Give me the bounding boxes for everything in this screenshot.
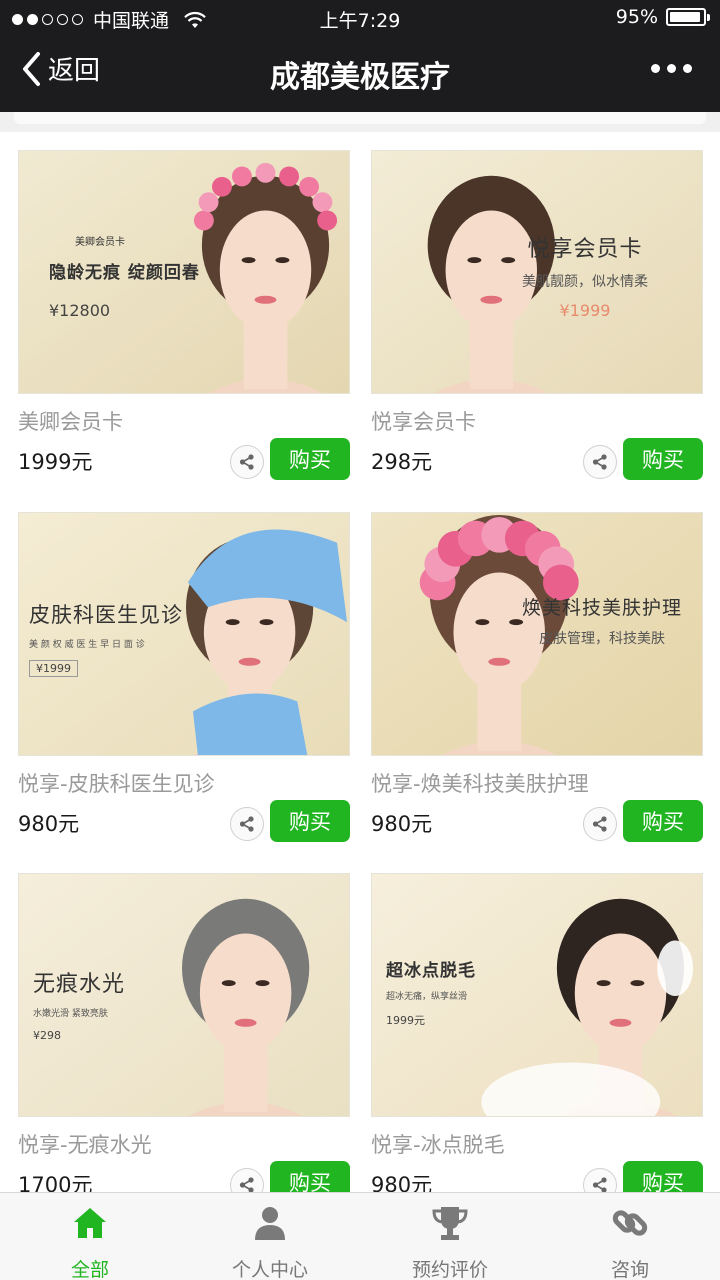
buy-button[interactable]: 购买: [623, 1161, 703, 1192]
share-icon[interactable]: [583, 1168, 617, 1192]
promo-subtitle: 水嫩光滑 紧致亮肤: [33, 1009, 108, 1019]
product-card[interactable]: 无痕水光水嫩光滑 紧致亮肤 ¥298 悦享-无痕水光 1700元 购买: [18, 873, 350, 1192]
product-actions: 980元 购买: [371, 1161, 703, 1192]
tab-consult[interactable]: 咨询: [540, 1193, 720, 1280]
promo-text: 美卿会员卡隐龄无痕 绽颜回春 ¥12800: [49, 233, 200, 320]
share-icon[interactable]: [230, 445, 264, 479]
promo-subtitle: 皮肤管理，科技美肤: [539, 631, 665, 647]
promo-price: ¥298: [33, 1029, 61, 1042]
product-image[interactable]: 焕美科技美肤护理皮肤管理，科技美肤: [371, 512, 703, 756]
separator-card-edge: [14, 112, 706, 124]
header-separator: [0, 112, 720, 132]
product-name[interactable]: 悦享-无痕水光: [18, 1129, 350, 1159]
share-icon[interactable]: [583, 445, 617, 479]
more-dot: [651, 64, 660, 73]
share-icon[interactable]: [230, 807, 264, 841]
product-image[interactable]: 超冰点脱毛超冰无痛，纵享丝滑 1999元: [371, 873, 703, 1117]
more-dots-icon[interactable]: [651, 64, 692, 73]
product-name[interactable]: 悦享-冰点脱毛: [371, 1129, 703, 1159]
product-name[interactable]: 悦享会员卡: [371, 406, 703, 436]
promo-headline: 隐龄无痕 绽颜回春: [49, 263, 200, 283]
promo-subtitle: 美肌靓颜，似水情柔: [522, 274, 648, 290]
product-image[interactable]: 美卿会员卡隐龄无痕 绽颜回春 ¥12800: [18, 150, 350, 394]
nav-bar: 返回 成都美极医疗: [0, 36, 720, 112]
battery-fill: [670, 12, 700, 22]
promo-small: 美卿会员卡: [75, 237, 125, 248]
tab-label: 咨询: [610, 1259, 649, 1280]
product-actions: 980元 购买: [18, 800, 350, 844]
promo-headline: 悦享会员卡: [527, 237, 643, 262]
tab-all[interactable]: 全部: [0, 1193, 180, 1280]
user-icon: [250, 1203, 290, 1247]
home-icon: [70, 1203, 110, 1247]
promo-price: 1999元: [386, 1014, 425, 1027]
status-bar: 中国联通 上午7:29 95%: [0, 0, 720, 36]
tab-profile[interactable]: 个人中心: [180, 1193, 360, 1280]
product-name[interactable]: 美卿会员卡: [18, 406, 350, 436]
tab-label: 预约评价: [411, 1259, 488, 1280]
battery-indicator: 95%: [615, 6, 710, 28]
product-image[interactable]: 悦享会员卡美肌靓颜，似水情柔 ¥1999: [371, 150, 703, 394]
more-dot: [667, 64, 676, 73]
page-title: 成都美极医疗: [270, 60, 450, 95]
buy-button[interactable]: 购买: [270, 800, 350, 842]
product-image[interactable]: 皮肤科医生见诊美 颜 权 威 医 生 早 日 面 诊 ¥1999: [18, 512, 350, 756]
battery-icon: [666, 8, 710, 26]
promo-subtitle: 美 颜 权 威 医 生 早 日 面 诊: [29, 640, 145, 650]
battery-tip: [707, 14, 710, 21]
promo-text: 无痕水光水嫩光滑 紧致亮肤 ¥298: [33, 966, 125, 1042]
product-card[interactable]: 悦享会员卡 美肌靓颜，似水情柔 ¥1999 悦享会员卡 298元 购买: [371, 150, 703, 482]
product-actions: 1999元 购买: [18, 438, 350, 482]
share-icon[interactable]: [230, 1168, 264, 1192]
product-card[interactable]: 焕美科技美肤护理皮肤管理，科技美肤 悦享-焕美科技美肤护理 980元 购买: [371, 512, 703, 844]
product-name[interactable]: 悦享-焕美科技美肤护理: [371, 768, 703, 798]
promo-text: 悦享会员卡美肌靓颜，似水情柔 ¥1999: [522, 231, 648, 320]
product-grid: 美卿会员卡 隐龄无痕 绽颜回春 ¥12800 美卿会员卡 1999元 购买 悦享会员…: [0, 132, 720, 1192]
buy-button[interactable]: 购买: [623, 438, 703, 480]
promo-headline: 皮肤科医生见诊: [29, 603, 183, 627]
promo-price: ¥1999: [559, 301, 611, 320]
product-name[interactable]: 悦享-皮肤科医生见诊: [18, 768, 350, 798]
product-card[interactable]: 美卿会员卡 隐龄无痕 绽颜回春 ¥12800 美卿会员卡 1999元 购买: [18, 150, 350, 482]
more-dot: [683, 64, 692, 73]
clock: 上午7:29: [319, 10, 401, 32]
product-card[interactable]: 皮肤科医生见诊美 颜 权 威 医 生 早 日 面 诊 ¥1999 悦享-皮肤科医生…: [18, 512, 350, 844]
product-actions: 298元 购买: [371, 438, 703, 482]
promo-text: 皮肤科医生见诊美 颜 权 威 医 生 早 日 面 诊 ¥1999: [29, 599, 183, 677]
link-icon: [610, 1203, 650, 1247]
product-actions: 980元 购买: [371, 800, 703, 844]
promo-headline: 超冰点脱毛: [386, 961, 476, 981]
trophy-icon: [430, 1203, 470, 1247]
tab-bar: 全部 个人中心 预约评价 咨询: [0, 1192, 720, 1280]
tab-label: 个人中心: [231, 1259, 308, 1280]
promo-text: 超冰点脱毛超冰无痛，纵享丝滑 1999元: [386, 956, 476, 1028]
buy-button[interactable]: 购买: [270, 1161, 350, 1192]
promo-headline: 焕美科技美肤护理: [522, 597, 683, 619]
promo-headline: 无痕水光: [33, 972, 126, 997]
product-actions: 1700元 购买: [18, 1161, 350, 1192]
top-bar: 中国联通 上午7:29 95% 返回 成都美极医疗: [0, 0, 720, 112]
battery-percent: 95%: [615, 6, 658, 28]
promo-price: ¥1999: [29, 660, 78, 677]
app-screen: 中国联通 上午7:29 95% 返回 成都美极医疗 美卿会员卡 隐龄无痕 绽颜回…: [0, 0, 720, 1280]
buy-button[interactable]: 购买: [623, 800, 703, 842]
product-image[interactable]: 无痕水光水嫩光滑 紧致亮肤 ¥298: [18, 873, 350, 1117]
tab-appointments[interactable]: 预约评价: [360, 1193, 540, 1280]
promo-text: 焕美科技美肤护理皮肤管理，科技美肤: [522, 593, 682, 648]
product-price: 298元: [371, 450, 433, 474]
product-price: 980元: [371, 1173, 433, 1192]
product-price: 980元: [371, 812, 433, 836]
buy-button[interactable]: 购买: [270, 438, 350, 480]
tab-label: 全部: [70, 1259, 109, 1280]
product-price: 1700元: [18, 1173, 93, 1192]
product-price: 1999元: [18, 450, 93, 474]
product-card[interactable]: 超冰点脱毛超冰无痛，纵享丝滑 1999元 悦享-冰点脱毛 980元 购买: [371, 873, 703, 1192]
promo-price: ¥12800: [49, 301, 111, 320]
product-price: 980元: [18, 812, 80, 836]
share-icon[interactable]: [583, 807, 617, 841]
promo-subtitle: 超冰无痛，纵享丝滑: [386, 992, 468, 1002]
